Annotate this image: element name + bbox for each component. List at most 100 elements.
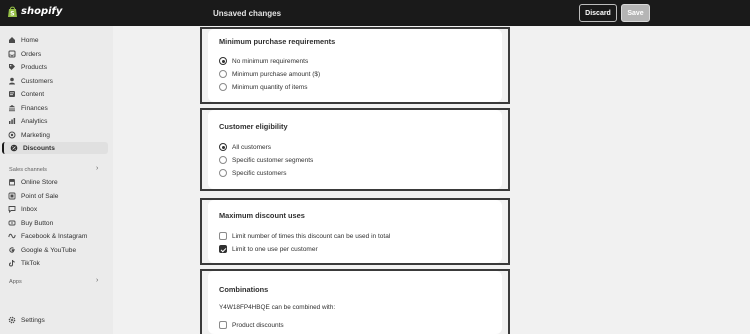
- pos-icon: [8, 192, 16, 200]
- sidebar-item-facebook-instagram[interactable]: Facebook & Instagram: [8, 230, 87, 242]
- sidebar-item-finances[interactable]: Finances: [8, 102, 48, 114]
- sidebar-item-discounts[interactable]: Discounts: [2, 142, 108, 154]
- radio-button[interactable]: [219, 169, 227, 177]
- meta-icon: [8, 232, 16, 240]
- bank-icon: [8, 104, 16, 112]
- sidebar-item-label: Google & YouTube: [21, 246, 77, 254]
- checkbox[interactable]: [219, 245, 227, 253]
- sidebar-item-label: Customers: [21, 77, 53, 85]
- logo-text: shopify: [21, 6, 63, 17]
- option-label: Specific customer segments: [232, 156, 314, 164]
- radio-button[interactable]: [219, 83, 227, 91]
- sidebar-item-label: Marketing: [21, 131, 50, 139]
- minimum-quantity-radio-option[interactable]: Minimum quantity of items: [219, 83, 308, 91]
- maximum-discount-uses-card: Maximum discount uses Limit number of ti…: [208, 200, 502, 263]
- minimum-purchase-section: Minimum purchase requirements No minimum…: [200, 27, 510, 104]
- sidebar-item-settings[interactable]: Settings: [8, 314, 45, 326]
- target-icon: [8, 131, 16, 139]
- radio-button[interactable]: [219, 156, 227, 164]
- sales-channels-heading[interactable]: Sales channels: [9, 167, 47, 173]
- no-minimum-radio-option[interactable]: No minimum requirements: [219, 57, 308, 65]
- button-icon: [8, 219, 16, 227]
- sidebar-item-label: Finances: [21, 104, 48, 112]
- discard-button[interactable]: Discard: [579, 4, 617, 22]
- sidebar-item-home[interactable]: Home: [8, 34, 39, 46]
- tiktok-icon: [8, 259, 16, 267]
- combinations-section: Combinations Y4W18FP4HBQE can be combine…: [200, 269, 510, 334]
- combinations-description: Y4W18FP4HBQE can be combined with:: [219, 304, 336, 311]
- sidebar-item-content[interactable]: Content: [8, 88, 44, 100]
- sidebar-item-tiktok[interactable]: TikTok: [8, 257, 40, 269]
- tag-icon: [8, 63, 16, 71]
- shopify-logo[interactable]: S shopify: [7, 5, 62, 18]
- sidebar: Home Orders Products Customers Content F…: [0, 26, 113, 334]
- combinations-title: Combinations: [219, 285, 269, 294]
- combinations-card: Combinations Y4W18FP4HBQE can be combine…: [208, 271, 502, 334]
- apps-heading[interactable]: Apps: [9, 279, 22, 285]
- chat-icon: [8, 205, 16, 213]
- google-icon: [8, 246, 16, 254]
- sidebar-item-analytics[interactable]: Analytics: [8, 115, 47, 127]
- content-icon: [8, 90, 16, 98]
- radio-button[interactable]: [219, 143, 227, 151]
- person-icon: [8, 77, 16, 85]
- minimum-purchase-card: Minimum purchase requirements No minimum…: [208, 29, 502, 102]
- sidebar-item-label: Buy Button: [21, 219, 54, 227]
- maximum-discount-uses-section: Maximum discount uses Limit number of ti…: [200, 198, 510, 265]
- sidebar-item-customers[interactable]: Customers: [8, 75, 53, 87]
- customer-segments-radio-option[interactable]: Specific customer segments: [219, 156, 313, 164]
- sidebar-item-label: Analytics: [21, 117, 48, 125]
- checkbox[interactable]: [219, 232, 227, 240]
- store-icon: [8, 178, 16, 186]
- sidebar-item-label: Content: [21, 90, 45, 98]
- customer-eligibility-title: Customer eligibility: [219, 122, 288, 131]
- apps-chevron-icon[interactable]: ›: [96, 277, 98, 284]
- sidebar-item-label: Products: [21, 63, 48, 71]
- sidebar-item-inbox[interactable]: Inbox: [8, 203, 37, 215]
- home-icon: [8, 36, 16, 44]
- sidebar-item-label: TikTok: [21, 259, 40, 267]
- save-button[interactable]: Save: [621, 4, 650, 22]
- sidebar-item-point-of-sale[interactable]: Point of Sale: [8, 190, 58, 202]
- checkbox[interactable]: [219, 321, 227, 329]
- sidebar-item-buy-button[interactable]: Buy Button: [8, 217, 53, 229]
- option-label: All customers: [232, 143, 272, 151]
- sidebar-item-online-store[interactable]: Online Store: [8, 176, 58, 188]
- sidebar-item-orders[interactable]: Orders: [8, 48, 41, 60]
- minimum-amount-radio-option[interactable]: Minimum purchase amount ($): [219, 70, 320, 78]
- svg-text:S: S: [10, 11, 14, 18]
- customer-eligibility-card: Customer eligibility All customers Speci…: [208, 110, 502, 189]
- gear-icon: [8, 316, 16, 324]
- customer-eligibility-section: Customer eligibility All customers Speci…: [200, 108, 510, 191]
- unsaved-changes-label: Unsaved changes: [213, 9, 282, 18]
- sidebar-item-marketing[interactable]: Marketing: [8, 129, 50, 141]
- chart-icon: [8, 117, 16, 125]
- all-customers-radio-option[interactable]: All customers: [219, 143, 271, 151]
- sidebar-item-products[interactable]: Products: [8, 61, 47, 73]
- maximum-discount-uses-title: Maximum discount uses: [219, 211, 305, 220]
- sidebar-item-label: Discounts: [23, 144, 55, 152]
- option-label: Limit number of times this discount can …: [232, 232, 391, 240]
- radio-button[interactable]: [219, 70, 227, 78]
- inbox-icon: [8, 50, 16, 58]
- radio-button[interactable]: [219, 57, 227, 65]
- option-label: Minimum quantity of items: [232, 83, 308, 91]
- sales-channels-chevron-icon[interactable]: ›: [96, 165, 98, 172]
- option-label: Minimum purchase amount ($): [232, 70, 321, 78]
- product-discounts-checkbox-option[interactable]: Product discounts: [219, 321, 284, 329]
- shopify-bag-icon: S: [8, 6, 17, 18]
- option-label: Specific customers: [232, 169, 287, 177]
- sidebar-item-label: Settings: [21, 316, 45, 324]
- sidebar-item-google-youtube[interactable]: Google & YouTube: [8, 244, 76, 256]
- sidebar-item-label: Facebook & Instagram: [21, 232, 88, 240]
- sidebar-item-label: Inbox: [21, 205, 38, 213]
- limit-total-uses-checkbox-option[interactable]: Limit number of times this discount can …: [219, 232, 390, 240]
- specific-customers-radio-option[interactable]: Specific customers: [219, 169, 287, 177]
- one-use-per-customer-checkbox-option[interactable]: Limit to one use per customer: [219, 245, 318, 253]
- sidebar-item-label: Orders: [21, 50, 42, 58]
- option-label: Limit to one use per customer: [232, 245, 318, 253]
- option-label: No minimum requirements: [232, 57, 309, 65]
- top-bar: S shopify Unsaved changes Discard Save: [0, 0, 750, 26]
- sidebar-item-label: Point of Sale: [21, 192, 59, 200]
- discount-icon: [10, 144, 18, 152]
